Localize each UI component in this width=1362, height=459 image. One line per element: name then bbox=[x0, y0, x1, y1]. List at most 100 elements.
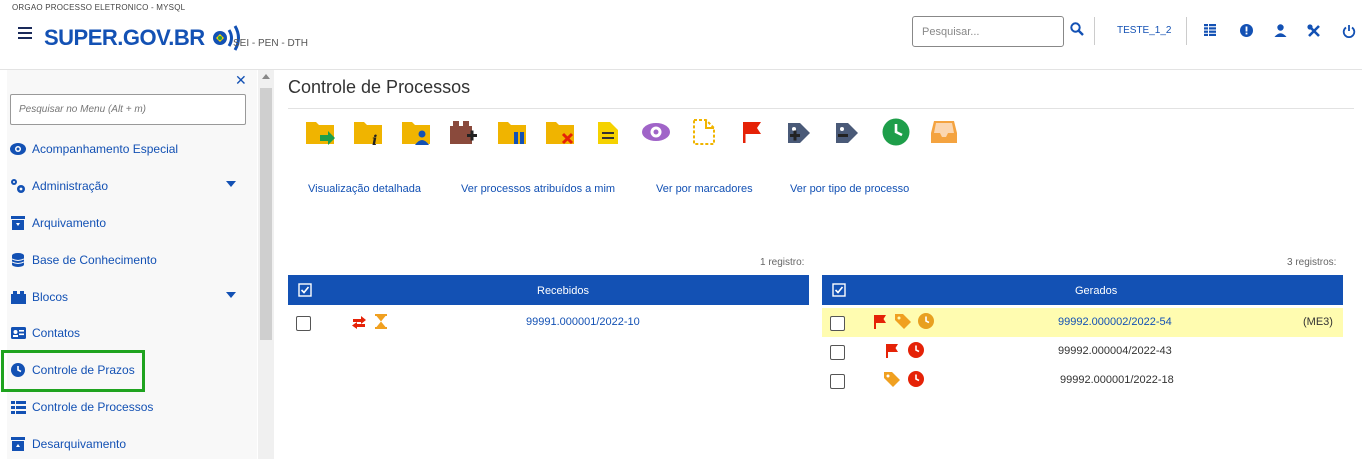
cogs-icon bbox=[11, 179, 25, 193]
suspend-process-button[interactable] bbox=[488, 116, 536, 148]
chevron-down-icon[interactable] bbox=[226, 181, 236, 187]
info-icon[interactable] bbox=[1240, 24, 1253, 37]
tag-icon[interactable] bbox=[883, 371, 901, 387]
flag-button[interactable] bbox=[728, 116, 776, 148]
close-process-icon bbox=[546, 122, 574, 145]
contact-card-icon bbox=[10, 327, 26, 339]
mark-as-viewed-icon bbox=[642, 123, 670, 141]
remove-marker-icon bbox=[836, 123, 858, 143]
user-unit-link[interactable]: TESTE_1_2 bbox=[1117, 25, 1171, 36]
received-count: 1 registro: bbox=[760, 257, 805, 268]
link-detailed-view[interactable]: Visualização detalhada bbox=[308, 183, 421, 195]
hourglass-icon[interactable] bbox=[375, 314, 387, 329]
select-all-checkbox[interactable] bbox=[298, 283, 312, 297]
remove-marker-button[interactable] bbox=[824, 116, 872, 148]
link-assigned-to-me[interactable]: Ver processos atribuídos a mim bbox=[461, 183, 615, 195]
logo[interactable]: SUPER.GOV.BR bbox=[44, 20, 247, 56]
list-view-icon[interactable] bbox=[1204, 24, 1216, 36]
link-by-markers[interactable]: Ver por marcadores bbox=[656, 183, 753, 195]
deadline-clock-icon bbox=[882, 118, 910, 146]
menu-toggle-icon[interactable] bbox=[18, 27, 32, 39]
add-marker-button[interactable] bbox=[776, 116, 824, 148]
process-number-link[interactable]: 99991.000001/2022-10 bbox=[526, 316, 640, 328]
mark-viewed-button[interactable] bbox=[632, 116, 680, 148]
sidebar-item-label: Base de Conhecimento bbox=[32, 253, 157, 267]
process-number-link[interactable]: 99992.000004/2022-43 bbox=[1058, 345, 1172, 357]
sidebar-menu: ✕ Pesquisar no Menu (Alt + m) Acompanham… bbox=[7, 70, 257, 459]
sidebar-item-label: Acompanhamento Especial bbox=[32, 142, 179, 156]
system-sub-label: SEI - PEN - DTH bbox=[233, 38, 309, 49]
highlight-box bbox=[1, 350, 145, 392]
generated-count: 3 registros: bbox=[1287, 257, 1337, 268]
sidebar-item-administracao[interactable]: Administração bbox=[7, 171, 257, 201]
header-divider bbox=[1094, 17, 1095, 45]
row-checkbox[interactable] bbox=[830, 316, 845, 331]
user-icon[interactable] bbox=[1274, 24, 1287, 37]
annotation-button[interactable] bbox=[584, 116, 632, 148]
organization-name: ORGAO PROCESSO ELETRONICO - MYSQL bbox=[12, 3, 186, 12]
sidebar-item-blocos[interactable]: Blocos bbox=[7, 282, 257, 312]
search-icon[interactable] bbox=[1070, 22, 1084, 36]
row-checkbox[interactable] bbox=[830, 345, 845, 360]
sidebar-item-label: Contatos bbox=[32, 326, 81, 340]
table-row: 99991.000001/2022-10 bbox=[288, 308, 809, 337]
archive-icon bbox=[11, 216, 25, 230]
close-process-button[interactable] bbox=[536, 116, 584, 148]
title-divider bbox=[288, 108, 1354, 109]
row-checkbox[interactable] bbox=[296, 316, 311, 331]
sidebar-item-label: Arquivamento bbox=[32, 216, 107, 230]
chevron-down-icon[interactable] bbox=[226, 292, 236, 298]
eye-icon bbox=[10, 143, 26, 155]
send-process-button[interactable] bbox=[296, 116, 344, 148]
flag-icon[interactable] bbox=[885, 343, 899, 358]
sidebar-scrollbar[interactable] bbox=[258, 70, 274, 459]
sidebar-item-base-conhecimento[interactable]: Base de Conhecimento bbox=[7, 245, 257, 275]
svg-text:i: i bbox=[372, 133, 377, 146]
clock-icon[interactable] bbox=[908, 371, 924, 387]
select-all-checkbox[interactable] bbox=[832, 283, 846, 297]
transfer-arrows-icon[interactable] bbox=[351, 315, 367, 329]
action-toolbar: i bbox=[296, 116, 968, 148]
sidebar-item-controle-processos[interactable]: Controle de Processos bbox=[7, 392, 257, 422]
sidebar-item-arquivamento[interactable]: Arquivamento bbox=[7, 208, 257, 238]
sidebar-item-contatos[interactable]: Contatos bbox=[7, 318, 257, 348]
menu-search-input[interactable]: Pesquisar no Menu (Alt + m) bbox=[10, 94, 246, 125]
received-header-label: Recebidos bbox=[537, 285, 589, 297]
new-document-button[interactable] bbox=[680, 116, 728, 148]
search-input[interactable]: Pesquisar... bbox=[912, 16, 1064, 47]
sidebar-item-acompanhamento-especial[interactable]: Acompanhamento Especial bbox=[7, 134, 257, 164]
scrollbar-thumb[interactable] bbox=[260, 88, 272, 340]
row-checkbox[interactable] bbox=[830, 374, 845, 389]
process-tag-label: (ME3) bbox=[1303, 316, 1333, 328]
sidebar-item-label: Administração bbox=[32, 179, 109, 193]
add-to-block-button[interactable] bbox=[440, 116, 488, 148]
flag-icon[interactable] bbox=[873, 314, 887, 329]
unarchive-icon bbox=[11, 437, 25, 451]
logo-text: SUPER.GOV.BR bbox=[44, 25, 205, 50]
tools-icon[interactable] bbox=[1307, 24, 1321, 38]
table-row: 99992.000004/2022-43 bbox=[822, 337, 1343, 366]
deadline-control-button[interactable] bbox=[872, 116, 920, 148]
close-icon[interactable]: ✕ bbox=[235, 72, 247, 89]
suspend-process-icon bbox=[498, 122, 526, 144]
sidebar-item-desarquivamento[interactable]: Desarquivamento bbox=[7, 429, 257, 459]
power-icon[interactable] bbox=[1342, 24, 1356, 38]
send-process-icon bbox=[306, 122, 335, 145]
assign-process-icon bbox=[402, 122, 430, 145]
flag-icon bbox=[743, 122, 761, 143]
scroll-up-icon[interactable] bbox=[262, 74, 270, 79]
process-number-link[interactable]: 99992.000002/2022-54 bbox=[1058, 316, 1172, 328]
process-number-link[interactable]: 99992.000001/2022-18 bbox=[1060, 374, 1174, 386]
process-info-icon: i bbox=[354, 122, 382, 146]
generated-header-label: Gerados bbox=[1075, 285, 1118, 297]
inbox-button[interactable] bbox=[920, 116, 968, 148]
top-header: ORGAO PROCESSO ELETRONICO - MYSQL SUPER.… bbox=[0, 0, 1362, 70]
clock-icon[interactable] bbox=[908, 342, 924, 358]
clock-icon[interactable] bbox=[918, 313, 934, 329]
link-by-process-type[interactable]: Ver por tipo de processo bbox=[790, 183, 909, 195]
process-info-button[interactable]: i bbox=[344, 116, 392, 148]
assign-process-button[interactable] bbox=[392, 116, 440, 148]
tag-icon[interactable] bbox=[894, 313, 912, 329]
new-document-icon bbox=[693, 119, 715, 145]
add-marker-icon bbox=[788, 123, 810, 143]
